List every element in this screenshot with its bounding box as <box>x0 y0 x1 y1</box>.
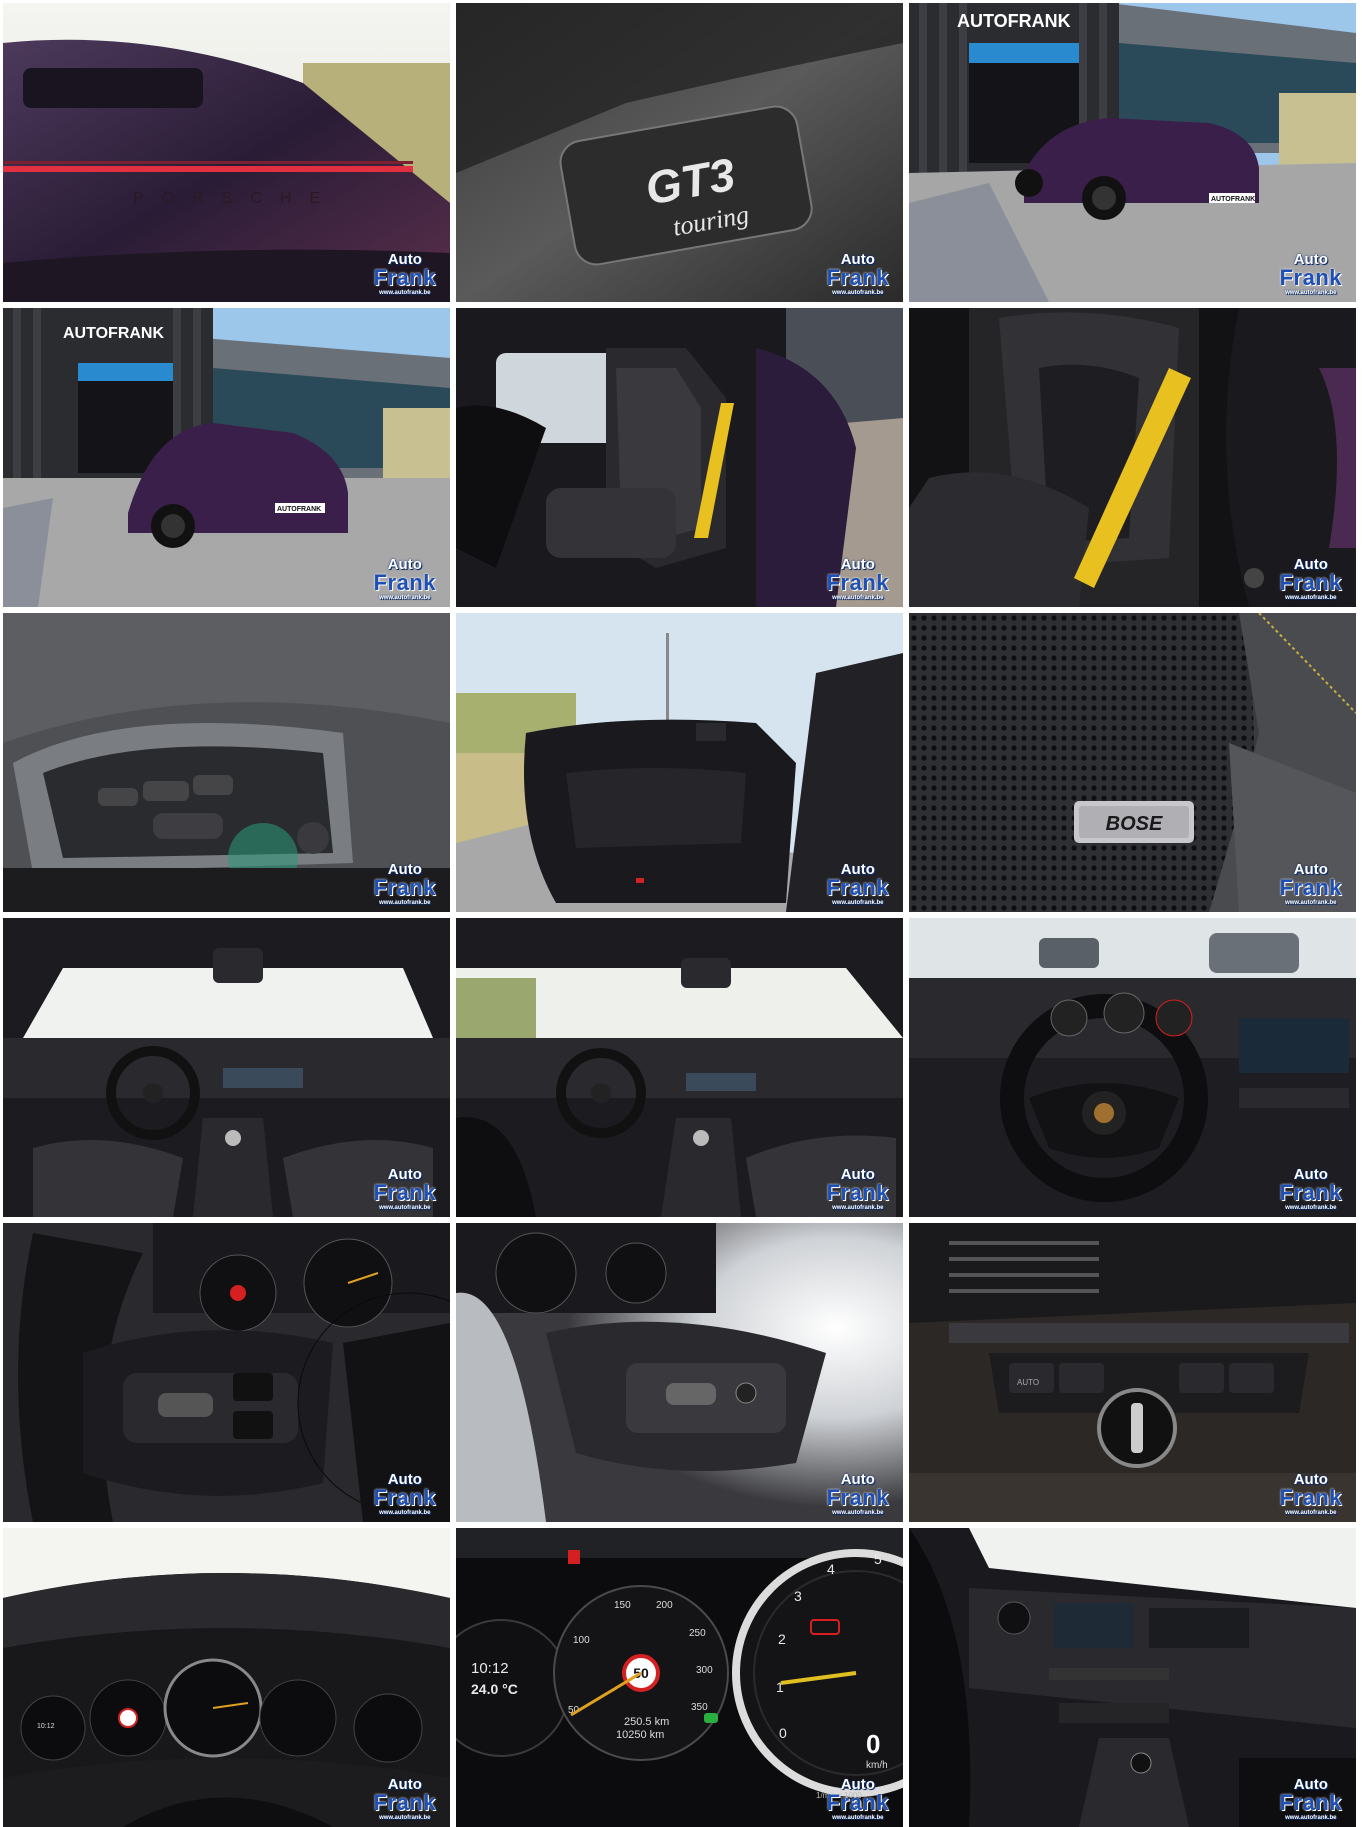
watermark-logo: Auto Frank www.autofrank.be <box>1279 556 1342 601</box>
photo-light-switch[interactable]: AUTO Auto Frank www.autofrank.be <box>909 1223 1356 1522</box>
total-distance-text: 10250 km <box>616 1729 664 1741</box>
svg-text:5: 5 <box>874 1551 882 1567</box>
speed-limit-text: 50 <box>633 1665 649 1681</box>
svg-text:100: 100 <box>573 1635 590 1646</box>
watermark-logo: Auto Frank www.autofrank.be <box>1279 251 1342 296</box>
watermark-logo: Auto Frank www.autofrank.be <box>826 1471 889 1516</box>
watermark-logo: Auto Frank www.autofrank.be <box>373 251 436 296</box>
photo-interior-wide-right[interactable]: Auto Frank www.autofrank.be <box>456 918 903 1217</box>
trip-distance-text: 250.5 km <box>624 1716 669 1728</box>
photo-dashboard-passenger[interactable]: Auto Frank www.autofrank.be <box>909 1528 1356 1827</box>
watermark-logo: Auto Frank www.autofrank.be <box>826 1776 889 1821</box>
svg-text:2: 2 <box>778 1631 786 1647</box>
photo-bose-speaker[interactable]: BOSE Auto Frank www.autofrank.be <box>909 613 1356 912</box>
watermark-logo: Auto Frank www.autofrank.be <box>826 556 889 601</box>
svg-text:300: 300 <box>696 1665 713 1676</box>
watermark-logo: Auto Frank www.autofrank.be <box>1279 1776 1342 1821</box>
svg-text:150: 150 <box>614 1600 631 1611</box>
watermark-logo: Auto Frank www.autofrank.be <box>373 1776 436 1821</box>
clock-time-text: 10:12 <box>471 1660 509 1677</box>
photo-cluster-closeup[interactable]: 10:12 24.0 °C 50 100 150 200 250 300 350… <box>456 1528 903 1827</box>
watermark-logo: Auto Frank www.autofrank.be <box>373 861 436 906</box>
watermark-logo: Auto Frank www.autofrank.be <box>826 251 889 296</box>
current-speed-text: 0 <box>866 1729 880 1759</box>
photo-cluster-wide[interactable]: 10:12 Auto Frank www.autofrank.be <box>3 1528 450 1827</box>
watermark-logo: Auto Frank www.autofrank.be <box>373 556 436 601</box>
photo-seat-belt[interactable]: Auto Frank www.autofrank.be <box>909 308 1356 607</box>
svg-text:200: 200 <box>656 1600 673 1611</box>
photo-seat-controls[interactable]: Auto Frank www.autofrank.be <box>3 613 450 912</box>
watermark-logo: Auto Frank www.autofrank.be <box>373 1166 436 1211</box>
svg-text:3: 3 <box>794 1588 802 1604</box>
photo-showroom-wide[interactable]: AUTOFRANK AUTOFRANK Auto Frank www.autofra… <box>3 308 450 607</box>
photo-showroom-front[interactable]: AUTOFRANK AUTOFRANK Auto Frank www.autofra… <box>909 3 1356 302</box>
photo-door-card[interactable]: Auto Frank www.autofrank.be <box>456 613 903 912</box>
bose-logo-text: BOSE <box>1106 813 1163 835</box>
watermark-logo: Auto Frank www.autofrank.be <box>826 861 889 906</box>
dealer-sign-text: AUTOFRANK <box>957 11 1071 31</box>
photo-wheel-controls-right[interactable]: Auto Frank www.autofrank.be <box>456 1223 903 1522</box>
watermark-logo: Auto Frank www.autofrank.be <box>1279 1166 1342 1211</box>
photo-gt3-badge[interactable]: GT3 touring Auto Frank www.autofrank.be <box>456 3 903 302</box>
photo-wheel-controls-left[interactable]: Auto Frank www.autofrank.be <box>3 1223 450 1522</box>
photo-steering-wheel[interactable]: Auto Frank www.autofrank.be <box>909 918 1356 1217</box>
auto-switch-text: AUTO <box>1017 1378 1039 1387</box>
watermark-logo: Auto Frank www.autofrank.be <box>1279 1471 1342 1516</box>
svg-text:0: 0 <box>779 1725 787 1741</box>
svg-text:350: 350 <box>691 1702 708 1713</box>
dealer-sign-text: AUTOFRANK <box>63 325 164 342</box>
svg-text:4: 4 <box>827 1561 835 1577</box>
plate-text: AUTOFRANK <box>1211 196 1255 203</box>
svg-text:250: 250 <box>689 1628 706 1639</box>
photo-interior-wide[interactable]: Auto Frank www.autofrank.be <box>3 918 450 1217</box>
plate-text: AUTOFRANK <box>277 506 321 513</box>
watermark-logo: Auto Frank www.autofrank.be <box>373 1471 436 1516</box>
watermark-logo: Auto Frank www.autofrank.be <box>1279 861 1342 906</box>
photo-rear-lightbar[interactable]: PORSCHE Auto Frank www.autofrank.be <box>3 3 450 302</box>
watermark-logo: Auto Frank www.autofrank.be <box>826 1166 889 1211</box>
speed-unit-text: km/h <box>866 1760 888 1771</box>
photo-open-door-seats[interactable]: Auto Frank www.autofrank.be <box>456 308 903 607</box>
small-clock-text: 10:12 <box>37 1723 55 1730</box>
photo-gallery: PORSCHE Auto Frank www.autofrank.be GT3 to… <box>0 0 1362 1827</box>
rear-badge-text: PORSCHE <box>133 190 338 207</box>
clock-temp-text: 24.0 °C <box>471 1681 518 1697</box>
